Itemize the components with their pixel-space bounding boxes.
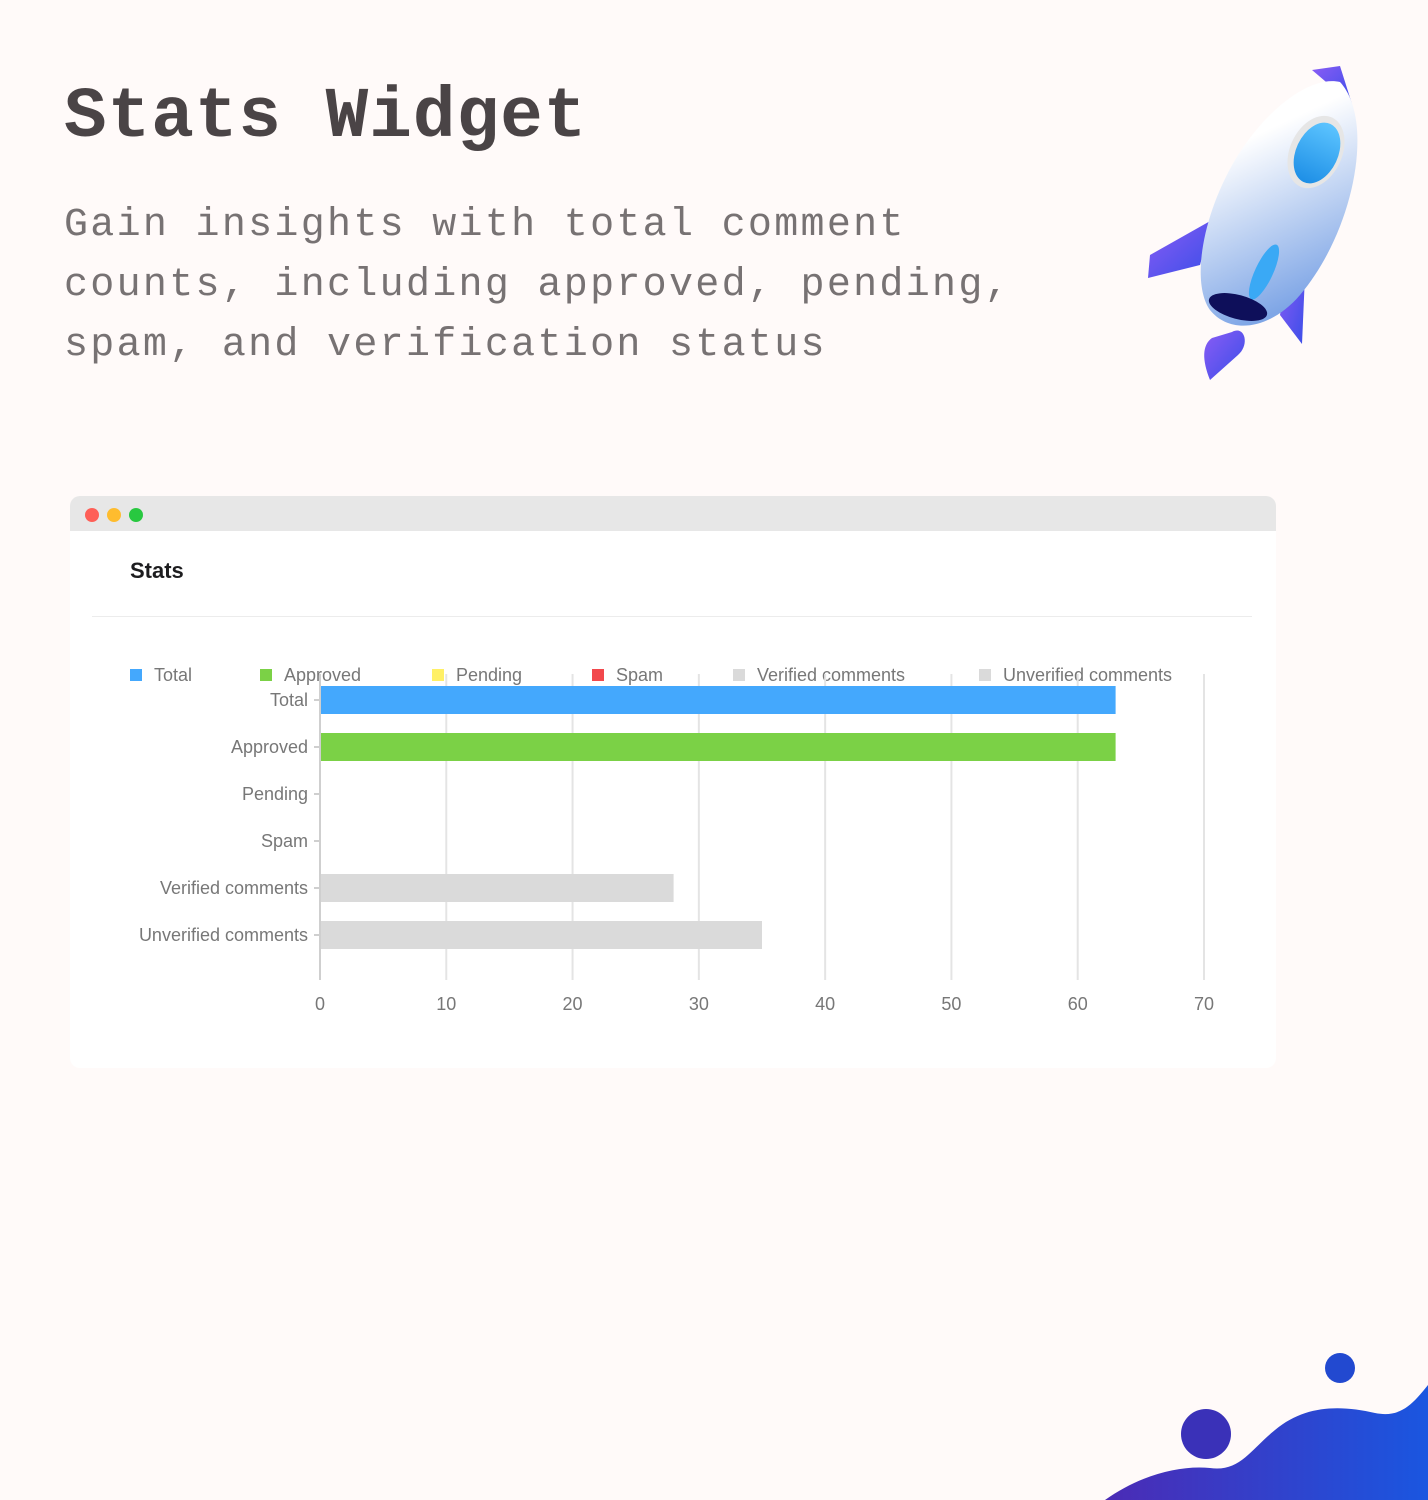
legend-label: Total bbox=[154, 665, 192, 685]
legend-swatch bbox=[733, 669, 745, 681]
rocket-icon bbox=[1148, 66, 1358, 380]
x-tick-label: 60 bbox=[1068, 994, 1088, 1014]
rocket-flame bbox=[1204, 330, 1245, 380]
legend-swatch bbox=[592, 669, 604, 681]
bar-approved bbox=[321, 733, 1116, 761]
bar-total bbox=[321, 686, 1116, 714]
stats-bar-chart: Total Approved Pending Spam Verified comment… bbox=[130, 665, 1214, 1014]
legend-label: Pending bbox=[456, 665, 522, 685]
wave-decoration bbox=[1105, 1353, 1428, 1500]
legend-swatch bbox=[130, 669, 142, 681]
y-tick-label: Verified comments bbox=[160, 878, 308, 898]
hero-subtitle: Gain insights with total comment counts,… bbox=[64, 203, 1011, 368]
stats-window: Stats Total Approved Pending Spam Verified c… bbox=[70, 496, 1276, 1068]
legend-label: Spam bbox=[616, 665, 663, 685]
y-tick-label: Pending bbox=[242, 784, 308, 804]
wave-shape bbox=[1105, 1385, 1428, 1500]
y-tick-label: Total bbox=[270, 690, 308, 710]
chart-x-labels: 0 10 20 30 40 50 60 70 bbox=[315, 994, 1214, 1014]
legend-swatch bbox=[432, 669, 444, 681]
x-tick-label: 0 bbox=[315, 994, 325, 1014]
rocket-body bbox=[1200, 81, 1358, 326]
bar-unverified-comments bbox=[321, 921, 762, 949]
legend-label: Approved bbox=[284, 665, 361, 685]
x-tick-label: 10 bbox=[436, 994, 456, 1014]
y-tick-label: Spam bbox=[261, 831, 308, 851]
wave-dot-small bbox=[1325, 1353, 1355, 1383]
legend-swatch bbox=[260, 669, 272, 681]
x-tick-label: 20 bbox=[563, 994, 583, 1014]
chart-bars bbox=[321, 686, 1116, 949]
legend-label: Verified comments bbox=[757, 665, 905, 685]
x-tick-label: 70 bbox=[1194, 994, 1214, 1014]
y-tick-label: Approved bbox=[231, 737, 308, 757]
wave-dot-large bbox=[1181, 1409, 1231, 1459]
hero-title: Stats Widget bbox=[64, 78, 588, 158]
chart-y-labels: Total Approved Pending Spam Verified comment… bbox=[139, 690, 320, 945]
x-tick-label: 40 bbox=[815, 994, 835, 1014]
x-tick-label: 30 bbox=[689, 994, 709, 1014]
x-tick-label: 50 bbox=[941, 994, 961, 1014]
legend-label: Unverified comments bbox=[1003, 665, 1172, 685]
y-tick-label: Unverified comments bbox=[139, 925, 308, 945]
legend-swatch bbox=[979, 669, 991, 681]
bar-verified-comments bbox=[321, 874, 674, 902]
chart-legend: Total Approved Pending Spam Verified comment… bbox=[130, 665, 1172, 685]
